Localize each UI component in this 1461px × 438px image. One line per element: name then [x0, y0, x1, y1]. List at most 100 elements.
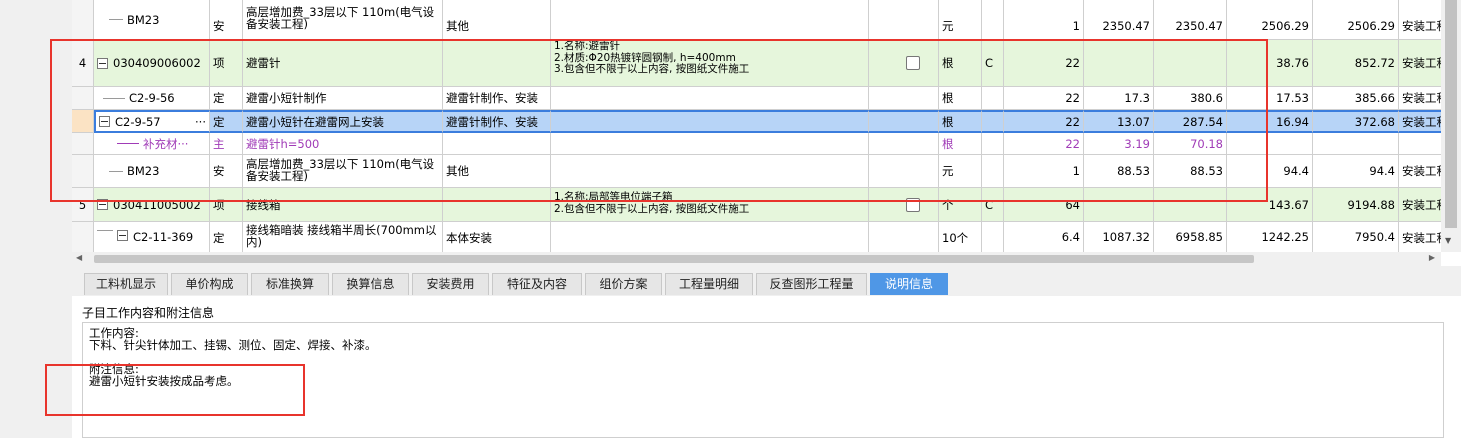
row-name: 避雷针 — [246, 56, 281, 70]
collapse-icon[interactable] — [117, 230, 128, 241]
row-price2: 6958.85 — [1175, 230, 1223, 244]
tab-pricing-plan[interactable]: 组价方案 — [585, 273, 662, 295]
description-panel: 子目工作内容和附注信息 工作内容: 下料、针尖针体加工、挂锡、测位、固定、焊接、… — [72, 296, 1461, 438]
row-price2: 88.53 — [1190, 164, 1223, 178]
row-profession: 安装工程 — [1402, 231, 1441, 245]
row-unit: 10个 — [942, 231, 969, 245]
row-profession: 安装工程 — [1402, 18, 1441, 33]
row-checkbox[interactable] — [906, 197, 920, 212]
row-profession: 安装工程 — [1402, 197, 1441, 212]
row-price1: 17.3 — [1124, 91, 1150, 105]
row-features — [551, 0, 869, 40]
tab-quantity-detail[interactable]: 工程量明细 — [665, 273, 753, 295]
row-profession: 安装工程 — [1402, 91, 1441, 105]
row-price4: 2506.29 — [1347, 18, 1395, 33]
row-price3: 94.4 — [1283, 164, 1309, 178]
row-price3: 16.94 — [1276, 114, 1309, 129]
tab-install-fee[interactable]: 安装费用 — [412, 273, 489, 295]
table-row[interactable]: C2-9-56 定 避雷小短针制作 避雷针制作、安装 根 22 17.3 380… — [72, 87, 1441, 110]
tab-standard-conversion[interactable]: 标准换算 — [251, 273, 329, 295]
table-row-selected[interactable]: C2-9-57 ··· 定 避雷小短针在避雷网上安装 避雷针制作、安装 根 22 … — [72, 110, 1441, 133]
row-code: BM23 — [127, 12, 160, 27]
row-category: 避雷针制作、安装 — [446, 114, 538, 129]
row-flag: C — [985, 197, 994, 212]
scroll-left-icon[interactable]: ◀ — [76, 253, 82, 262]
row-code: BM23 — [127, 164, 160, 178]
feature-line: 1.名称:避雷针 — [554, 40, 621, 52]
row-name: 避雷小短针在避雷网上安装 — [246, 114, 384, 129]
row-price1: 13.07 — [1117, 114, 1150, 129]
row-price2: 2350.47 — [1175, 18, 1223, 33]
row-type: 定 — [213, 91, 225, 105]
table-row[interactable]: BM23 安 高层增加费_33层以下 110m(电气设备安装工程) 其他 元 1… — [72, 155, 1441, 188]
row-index: 4 — [78, 56, 87, 70]
row-flag: C — [985, 56, 994, 70]
row-price4: 7950.4 — [1354, 230, 1395, 244]
scroll-down-icon[interactable]: ▼ — [1445, 236, 1451, 245]
bill-grid[interactable]: BM23 安 高层增加费_33层以下 110m(电气设备安装工程) 其他 元 1… — [72, 0, 1441, 252]
table-row[interactable]: 4 030409006002 项 避雷针 1.名称:避雷针 2.材质:Φ20热镀… — [72, 40, 1441, 87]
row-price2: 380.6 — [1190, 91, 1223, 105]
row-profession: 安装工程 — [1402, 114, 1441, 129]
row-type: 安 — [213, 18, 225, 33]
row-category: 其他 — [446, 164, 469, 178]
tab-reverse-quantity[interactable]: 反查图形工程量 — [756, 273, 867, 295]
work-text: 下料、针尖针体加工、挂锡、测位、固定、焊接、补漆。 — [89, 338, 377, 352]
tab-unit-price[interactable]: 单价构成 — [171, 273, 248, 295]
scroll-thumb[interactable] — [1445, 0, 1457, 228]
row-name: 高层增加费_33层以下 110m(电气设备安装工程) — [243, 155, 443, 188]
row-price1: 2350.47 — [1102, 18, 1150, 33]
table-row[interactable]: 补充材··· 主 避雷针h=500 根 22 3.19 70.18 — [72, 133, 1441, 155]
row-type: 项 — [213, 197, 225, 212]
row-category: 其他 — [446, 18, 469, 33]
collapse-icon[interactable] — [99, 116, 110, 127]
more-button[interactable]: ··· — [195, 115, 206, 129]
row-unit: 元 — [942, 164, 954, 178]
row-qty: 64 — [1065, 197, 1080, 212]
row-category — [443, 40, 551, 87]
row-name: 高层增加费_33层以下 110m(电气设备安装工程) — [243, 0, 443, 40]
tab-material-display[interactable]: 工料机显示 — [84, 273, 168, 295]
row-code: C2-11-369 — [133, 230, 194, 244]
left-panel-strip — [0, 0, 72, 438]
row-qty: 22 — [1065, 136, 1080, 151]
scroll-right-icon[interactable]: ▶ — [1429, 253, 1435, 262]
table-row[interactable]: BM23 安 高层增加费_33层以下 110m(电气设备安装工程) 其他 元 1… — [72, 0, 1441, 40]
row-type: 项 — [213, 56, 225, 70]
feature-line: 1.名称:局部等电位端子箱 — [554, 191, 673, 203]
horizontal-scrollbar[interactable]: ◀ ▶ — [72, 252, 1441, 266]
row-code: 030411005002 — [113, 197, 201, 212]
tab-description-info[interactable]: 说明信息 — [870, 273, 948, 295]
panel-title: 子目工作内容和附注信息 — [82, 306, 215, 320]
row-unit: 个 — [942, 197, 954, 212]
row-name: 接线箱 — [246, 197, 281, 212]
table-row[interactable]: 5 030411005002 项 接线箱 1.名称:局部等电位端子箱 2.包含但… — [72, 188, 1441, 222]
tab-conversion-info[interactable]: 换算信息 — [332, 273, 409, 295]
row-price1: 3.19 — [1124, 136, 1150, 151]
collapse-icon[interactable] — [97, 57, 108, 69]
bottom-tab-bar: 工料机显示 单价构成 标准换算 换算信息 安装费用 特征及内容 组价方案 工程量… — [72, 266, 1461, 296]
row-features: 1.名称:避雷针 2.材质:Φ20热镀锌圆钢制, h=400mm 3.包含但不限… — [551, 40, 869, 87]
row-category: 本体安装 — [446, 231, 492, 245]
row-features: 1.名称:局部等电位端子箱 2.包含但不限于以上内容, 按图纸文件施工 — [551, 188, 869, 222]
tab-features[interactable]: 特征及内容 — [492, 273, 582, 295]
row-price3: 17.53 — [1276, 91, 1309, 105]
row-price1 — [1084, 40, 1154, 87]
row-price2: 287.54 — [1182, 114, 1223, 129]
row-checkbox[interactable] — [906, 56, 920, 70]
collapse-icon[interactable] — [97, 199, 108, 210]
row-unit: 根 — [942, 91, 954, 105]
table-row[interactable]: C2-11-369 定 接线箱暗装 接线箱半周长(700mm以内) 本体安装 1… — [72, 222, 1441, 252]
row-qty: 22 — [1065, 114, 1080, 129]
feature-line: 2.包含但不限于以上内容, 按图纸文件施工 — [554, 202, 750, 215]
row-profession: 安装工程 — [1402, 56, 1441, 70]
row-name: 避雷针h=500 — [246, 136, 320, 151]
row-type: 安 — [213, 164, 225, 178]
row-qty: 1 — [1072, 164, 1080, 178]
description-textbox[interactable]: 工作内容: 下料、针尖针体加工、挂锡、测位、固定、焊接、补漆。 附注信息: 避雷… — [82, 322, 1444, 438]
row-unit: 根 — [942, 56, 954, 70]
row-price3: 1242.25 — [1261, 230, 1309, 244]
scroll-thumb[interactable] — [94, 255, 1254, 263]
vertical-scrollbar[interactable]: ▼ — [1441, 0, 1461, 252]
row-index: 5 — [78, 197, 87, 212]
